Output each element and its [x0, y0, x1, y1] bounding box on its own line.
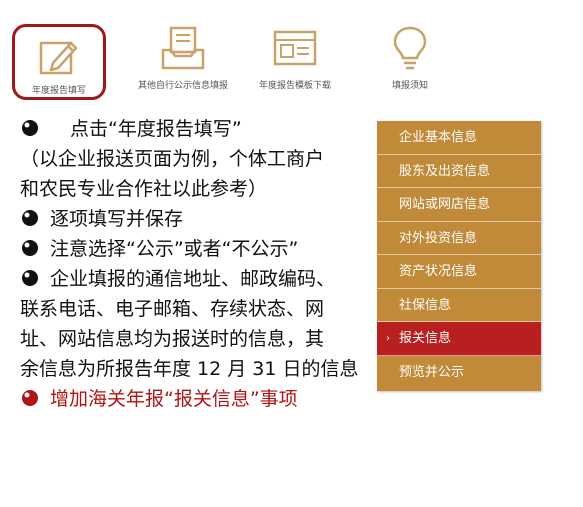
- lightbulb-icon: [393, 26, 427, 70]
- menu-item-investment[interactable]: 对外投资信息: [377, 222, 541, 255]
- menu-item-label: 预览并公示: [399, 364, 465, 380]
- step-3: 注意选择“公示”或者“不公示”: [20, 236, 380, 262]
- step-text: 址、网站信息均为报送时的信息，其: [20, 328, 325, 350]
- toolbar-label: 年度报告模板下载: [258, 81, 331, 91]
- instructions: 点击“年度报告填写” （以企业报送页面为例，个体工商户 和农民专业合作社以此参考…: [20, 116, 380, 416]
- menu-item-label: 企业基本信息: [399, 130, 478, 145]
- step-text: 逐项填写并保存: [50, 208, 184, 230]
- report-section-menu: 企业基本信息 股东及出资信息 网站或网店信息 对外投资信息 资产状况信息 社保信…: [377, 121, 541, 391]
- toolbar-label: 其他自行公示信息填报: [137, 81, 228, 91]
- step-text: 余信息为所报告年度 12 月 31 日的信息: [20, 358, 359, 380]
- menu-item-label: 网站或网店信息: [399, 197, 491, 212]
- menu-item-label: 资产状况信息: [399, 264, 478, 279]
- menu-item-customs[interactable]: › 报关信息: [377, 322, 541, 356]
- step-4: 企业填报的通信地址、邮政编码、: [20, 266, 380, 292]
- bullet-icon: [22, 119, 38, 136]
- toolbar-label: 年度报告填写: [31, 86, 86, 96]
- step-5: 增加海关年报“报关信息”事项: [20, 386, 380, 412]
- toolbar-label: 填报须知: [391, 81, 428, 91]
- template-download-button[interactable]: 年度报告模板下载: [250, 10, 340, 106]
- step-text: 联系电话、电子邮箱、存续状态、网: [20, 298, 325, 320]
- menu-item-preview-publish[interactable]: 预览并公示: [377, 356, 541, 390]
- menu-item-assets[interactable]: 资产状况信息: [377, 255, 541, 289]
- menu-item-shareholders[interactable]: 股东及出资信息: [377, 155, 541, 188]
- step-2: 逐项填写并保存: [20, 206, 380, 232]
- bullet-icon: [22, 269, 38, 286]
- step-text: 企业填报的通信地址、邮政编码、: [50, 268, 336, 290]
- other-disclosure-button[interactable]: 其他自行公示信息填报: [128, 10, 238, 106]
- bullet-icon: [22, 209, 38, 226]
- menu-item-label: 对外投资信息: [399, 230, 478, 246]
- menu-item-basic-info[interactable]: 企业基本信息: [377, 121, 541, 155]
- step-text: 点击“年度报告填写”: [70, 118, 242, 140]
- menu-item-label: 股东及出资信息: [399, 163, 491, 179]
- step-text: 增加海关年报“报关信息”事项: [50, 388, 298, 410]
- annual-report-fill-button[interactable]: 年度报告填写: [12, 24, 106, 100]
- toolbar: 年度报告填写 其他自行公示信息填报 年度报告模板下载 填报须知: [0, 0, 583, 112]
- menu-item-label: 报关信息: [399, 331, 452, 346]
- menu-item-social-security[interactable]: 社保信息: [377, 289, 541, 322]
- chevron-right-icon: ›: [386, 333, 390, 344]
- edit-icon: [39, 41, 78, 75]
- bullet-red-icon: [22, 389, 38, 406]
- inbox-icon: [161, 26, 205, 70]
- step-1: 点击“年度报告填写”: [20, 116, 380, 142]
- menu-item-label: 社保信息: [399, 297, 452, 313]
- note-text: 和农民专业合作社以此参考）: [20, 178, 268, 200]
- bullet-icon: [22, 239, 38, 256]
- note-text: （以企业报送页面为例，个体工商户: [20, 148, 325, 170]
- template-icon: [273, 30, 317, 66]
- filing-notes-button[interactable]: 填报须知: [370, 10, 450, 106]
- step-text: 注意选择“公示”或者“不公示”: [50, 238, 299, 260]
- menu-item-website[interactable]: 网站或网店信息: [377, 188, 541, 222]
